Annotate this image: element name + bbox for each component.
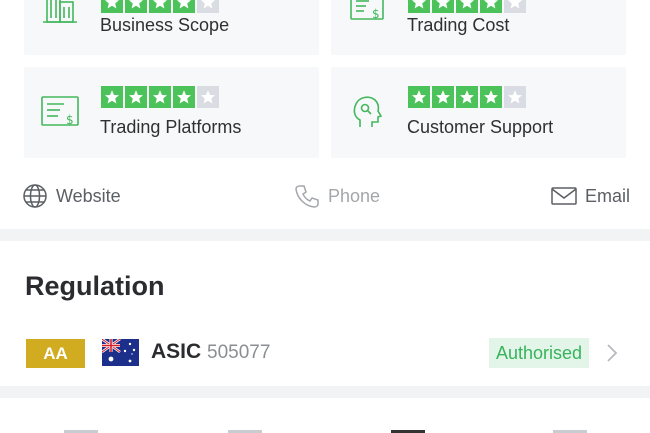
star-empty-icon [197, 0, 219, 13]
rating-label: Customer Support [407, 117, 554, 137]
phone-link[interactable]: Phone [294, 179, 380, 213]
star-rating [101, 0, 219, 13]
website-link[interactable]: Website [22, 179, 121, 213]
star-empty-icon [197, 86, 219, 108]
grade-badge: AA [26, 339, 85, 368]
bottom-navigation [0, 398, 650, 433]
star-filled-icon [149, 86, 171, 108]
envelope-icon [551, 187, 577, 205]
regulation-heading: Regulation [25, 271, 165, 301]
rating-tile-customer-support[interactable]: Customer Support [331, 67, 626, 158]
star-filled-icon [125, 86, 147, 108]
rating-label: Trading Platforms [100, 117, 242, 137]
star-filled-icon [101, 0, 123, 13]
rating-label: Business Scope [100, 15, 230, 35]
svg-text:$: $ [372, 7, 380, 21]
star-filled-icon [125, 0, 147, 13]
website-label: Website [56, 185, 121, 206]
regulation-row[interactable]: AA ASIC 505077 Authorised [0, 334, 650, 372]
star-filled-icon [432, 0, 454, 13]
head-support-icon [353, 96, 383, 127]
rating-label: Trading Cost [407, 15, 510, 35]
star-filled-icon [456, 86, 478, 108]
australia-flag-icon [102, 339, 139, 366]
cost-document-icon: $ [350, 0, 384, 21]
platform-document-icon: $ [41, 96, 79, 127]
status-badge: Authorised [489, 338, 590, 368]
license-number: 505077 [207, 342, 271, 363]
rating-tile-business-scope[interactable]: Business Scope [24, 0, 319, 55]
star-filled-icon [480, 0, 502, 13]
star-filled-icon [173, 0, 195, 13]
star-empty-icon [504, 86, 526, 108]
star-rating [101, 86, 219, 108]
star-filled-icon [408, 0, 430, 13]
rating-tile-trading-platforms[interactable]: $ Trading Platforms [24, 67, 319, 158]
star-filled-icon [480, 86, 502, 108]
email-link[interactable]: Email [551, 179, 630, 213]
star-rating [408, 86, 526, 108]
contact-links: Website Phone Email [0, 179, 650, 213]
regulation-card: Regulation AA ASIC 505077 Authorised [0, 241, 650, 386]
globe-icon [23, 184, 47, 208]
broker-ratings-card: Business Scope $ Trading Cost $ Trading … [0, 0, 650, 229]
phone-label: Phone [328, 185, 381, 206]
chevron-right-icon[interactable] [604, 343, 620, 363]
svg-text:$: $ [66, 113, 74, 127]
star-filled-icon [432, 86, 454, 108]
building-icon [43, 0, 77, 23]
star-filled-icon [101, 86, 123, 108]
regulator-name: ASIC [151, 340, 202, 363]
star-rating [408, 0, 526, 13]
star-filled-icon [456, 0, 478, 13]
star-filled-icon [149, 0, 171, 13]
star-filled-icon [408, 86, 430, 108]
star-filled-icon [173, 86, 195, 108]
phone-icon [295, 185, 319, 208]
rating-tile-trading-cost[interactable]: $ Trading Cost [331, 0, 626, 55]
email-label: Email [585, 185, 631, 206]
star-empty-icon [504, 0, 526, 13]
